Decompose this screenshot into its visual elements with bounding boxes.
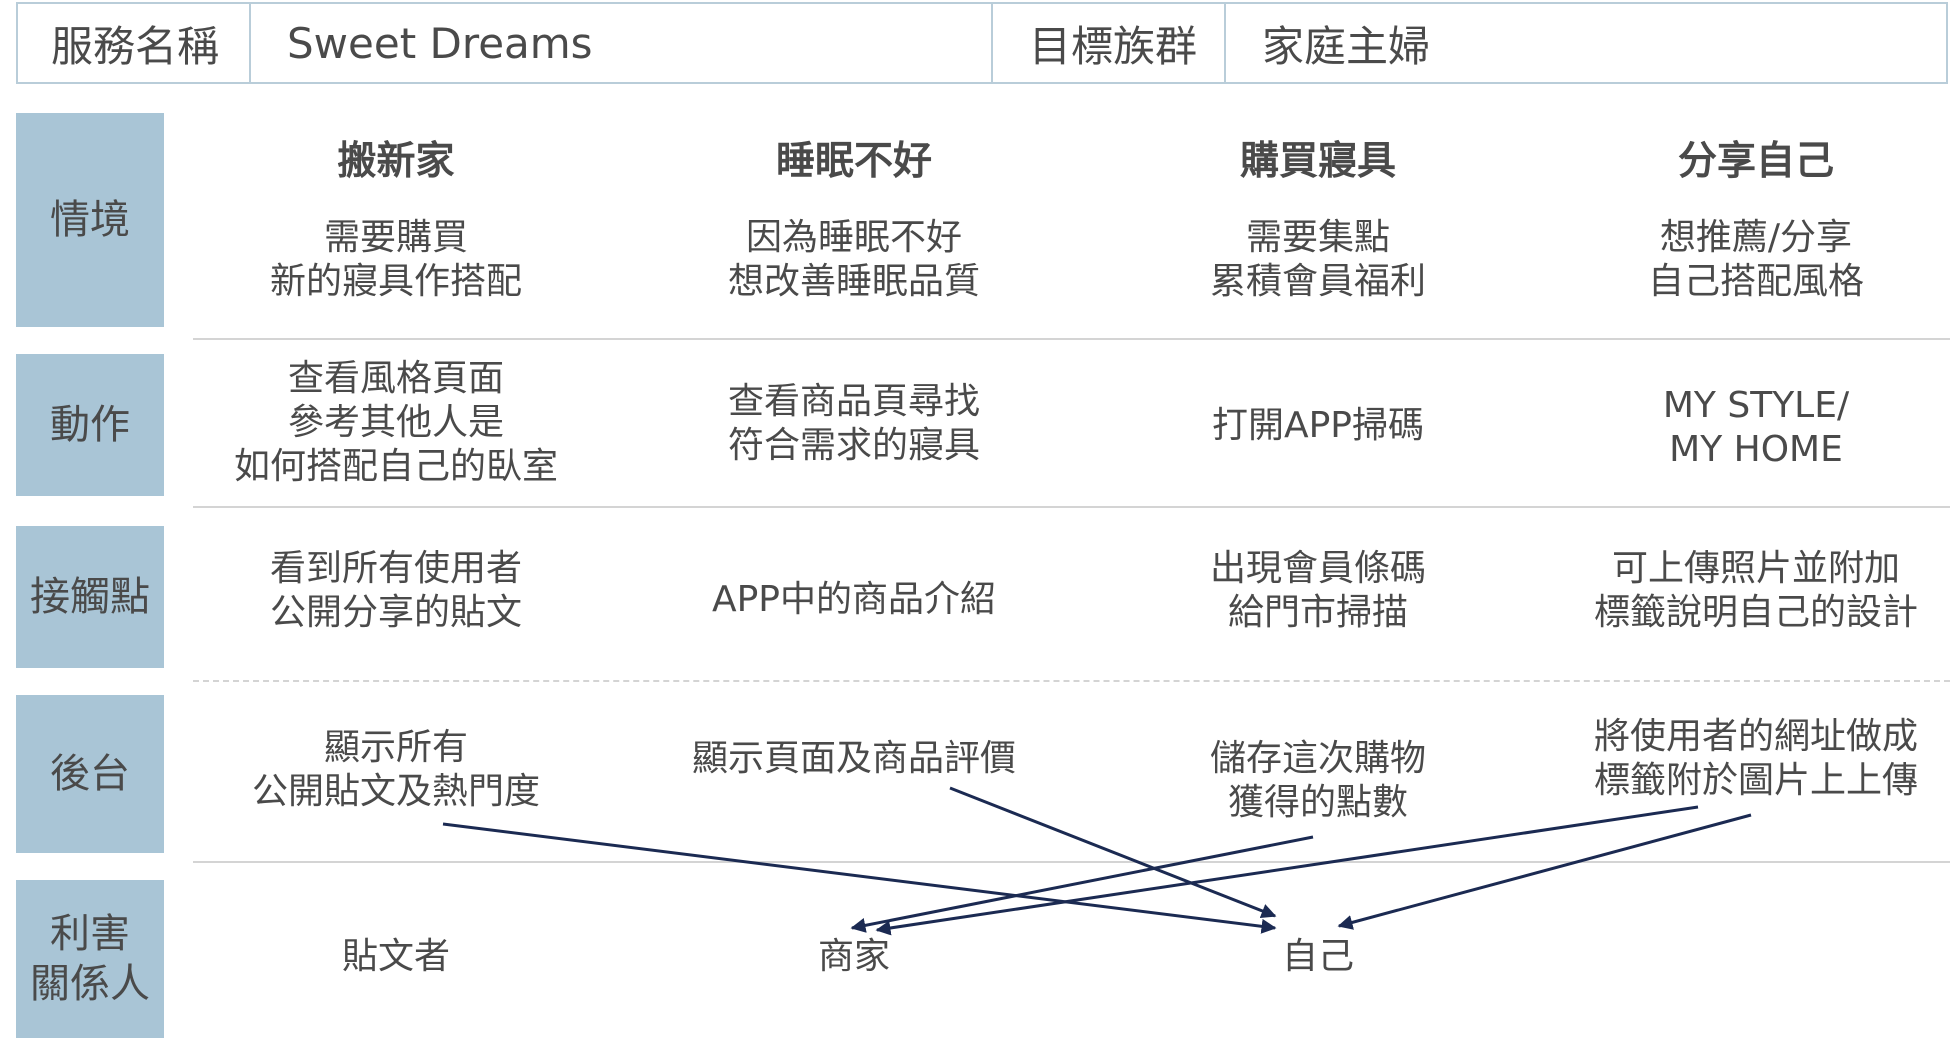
arrow-tags-to-merchant: [875, 805, 1699, 936]
arrow-reviews-to-self: [949, 786, 1277, 919]
connection-arrows: [442, 786, 1752, 936]
arrow-posts-to-self: [442, 822, 1277, 934]
arrow-tags-to-self: [1337, 813, 1752, 930]
